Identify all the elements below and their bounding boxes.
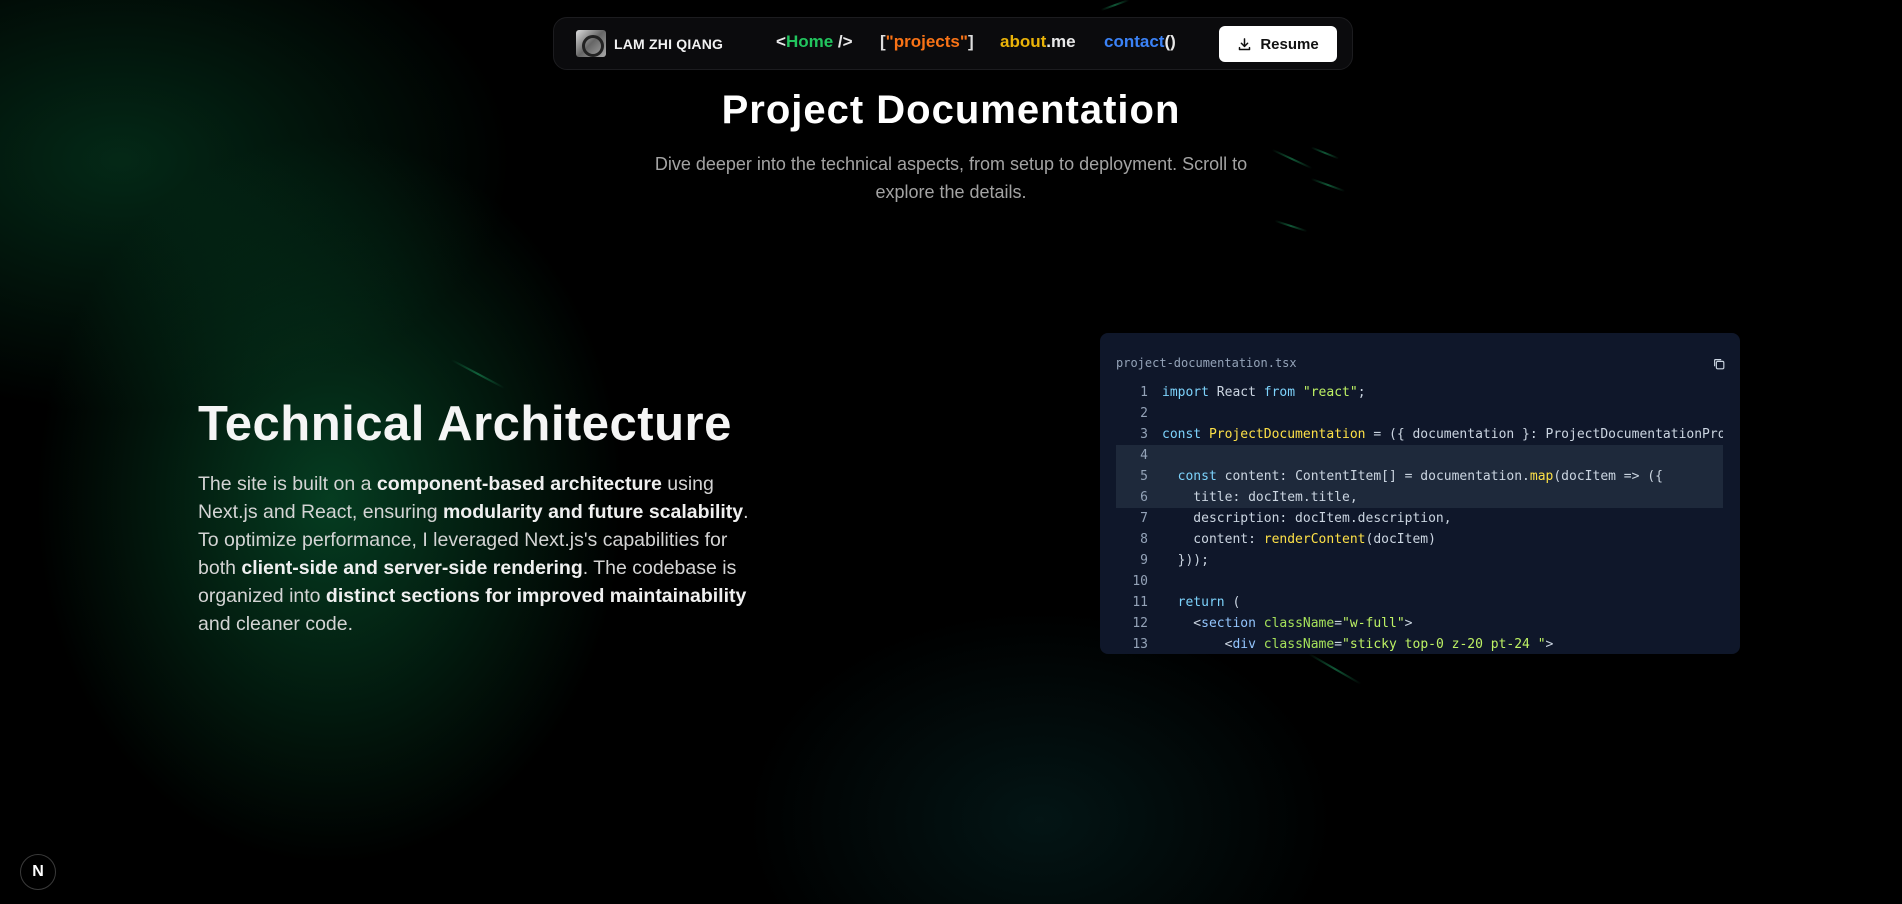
- code-text: description: docItem.description,: [1162, 511, 1452, 526]
- code-line: 11 return (: [1116, 592, 1723, 613]
- resume-button[interactable]: Resume: [1219, 26, 1337, 62]
- code-text: const content: ContentItem[] = documenta…: [1177, 469, 1663, 484]
- code-line: 8 content: renderContent(docItem): [1116, 529, 1723, 550]
- code-line: 1 import React from "react";: [1116, 382, 1723, 403]
- code-text: return (: [1177, 595, 1241, 610]
- section-body: The site is built on a component-based a…: [198, 470, 768, 638]
- nav-link-home[interactable]: <Home />: [776, 32, 853, 52]
- copy-icon[interactable]: [1712, 357, 1726, 371]
- section-title: Technical Architecture: [198, 397, 732, 451]
- code-panel: project-documentation.tsx 1 import React …: [1100, 333, 1740, 654]
- code-text: title: docItem.title,: [1162, 490, 1358, 505]
- code-text: <section className="w-full">: [1162, 616, 1413, 631]
- page-title: Project Documentation: [721, 88, 1181, 132]
- code-line: 5 const content: ContentItem[] = documen…: [1116, 466, 1723, 487]
- line-number: 11: [1132, 595, 1148, 610]
- code-line: 12 <section className="w-full">: [1116, 613, 1723, 634]
- brand-logo: [576, 30, 606, 57]
- code-filename: project-documentation.tsx: [1116, 356, 1297, 370]
- body-emphasis: modularity and future scalability: [442, 501, 744, 523]
- line-number: 6: [1140, 490, 1148, 505]
- badge-label: N: [32, 863, 44, 880]
- brand-name: LAM ZHI QIANG: [614, 35, 724, 52]
- nav-link-contact[interactable]: contact(): [1104, 32, 1176, 52]
- code-line: 4: [1116, 445, 1723, 466]
- line-number: 4: [1140, 448, 1148, 463]
- body-emphasis: client-side and server-side rendering: [241, 557, 583, 579]
- code-text: import React from "react";: [1162, 385, 1366, 400]
- body-emphasis: distinct sections for improved maintaina…: [325, 585, 747, 607]
- body-emphasis: component-based architecture: [376, 473, 662, 495]
- brand[interactable]: LAM ZHI QIANG: [576, 30, 723, 57]
- body-text: and cleaner code.: [198, 613, 354, 635]
- resume-label: Resume: [1260, 35, 1319, 53]
- line-number: 13: [1132, 637, 1148, 652]
- next-logo-badge[interactable]: N: [20, 854, 56, 890]
- nav-link-projects[interactable]: ["projects"]: [880, 32, 974, 52]
- body-text: The site is built on a: [198, 473, 377, 495]
- code-line: 13 <div className="sticky top-0 z-20 pt-…: [1116, 634, 1723, 654]
- code-text: content: renderContent(docItem): [1162, 532, 1436, 547]
- line-number: 1: [1140, 385, 1148, 400]
- line-number: 3: [1140, 427, 1148, 442]
- code-line: 6 title: docItem.title,: [1116, 487, 1723, 508]
- code-line: 10: [1116, 571, 1723, 592]
- code-block: 1 import React from "react"; 2 3 const Proj…: [1116, 382, 1723, 654]
- line-number: 10: [1132, 574, 1148, 589]
- code-line: 9 }));: [1116, 550, 1723, 571]
- code-line: 2: [1116, 403, 1723, 424]
- line-number: 7: [1140, 511, 1148, 526]
- nav-link-about[interactable]: about.me: [1000, 32, 1076, 52]
- code-text: <div className="sticky top-0 z-20 pt-24 …: [1162, 637, 1554, 652]
- code-line: 3 const ProjectDocumentation = ({ documen…: [1116, 424, 1723, 445]
- download-icon: [1239, 37, 1251, 50]
- code-text: }));: [1162, 553, 1209, 568]
- line-number: 9: [1140, 553, 1148, 568]
- page-subtitle: Dive deeper into the technical aspects, …: [654, 154, 1248, 202]
- code-line: 7 description: docItem.description,: [1116, 508, 1723, 529]
- code-text: const ProjectDocumentation = ({ document…: [1162, 427, 1723, 442]
- line-number: 12: [1132, 616, 1148, 631]
- top-navbar: LAM ZHI QIANG <Home /> ["projects"] abou…: [553, 17, 1353, 70]
- line-number: 5: [1140, 469, 1148, 484]
- line-number: 2: [1140, 406, 1148, 421]
- line-number: 8: [1140, 532, 1148, 547]
